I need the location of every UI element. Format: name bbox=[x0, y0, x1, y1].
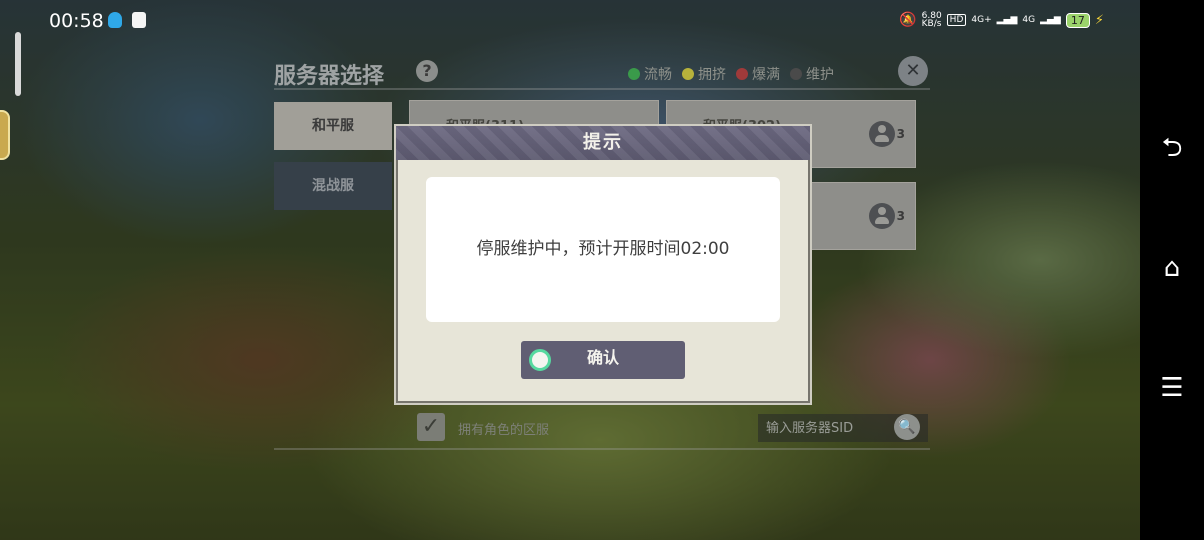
clock: 00:58 bbox=[49, 10, 104, 32]
tab-battle-server[interactable]: 混战服 bbox=[274, 162, 392, 210]
legend-smooth: 流畅 bbox=[628, 64, 672, 84]
status-dot-icon bbox=[682, 68, 694, 80]
close-button[interactable]: ✕ bbox=[898, 56, 928, 86]
dialog-title: 提示 bbox=[396, 126, 810, 160]
own-roles-label: 拥有角色的区服 bbox=[458, 423, 550, 438]
legend-maintenance: 维护 bbox=[790, 64, 834, 84]
legend-crowded: 拥挤 bbox=[682, 64, 726, 84]
status-dot-icon bbox=[736, 68, 748, 80]
panel-title: 服务器选择 bbox=[274, 64, 385, 89]
status-icons: 🔕 6.80 KB/s HD 4G+ ▂▄▆ 4G ▂▄▆ 17 ⚡ bbox=[899, 11, 1104, 29]
legend-full: 爆满 bbox=[736, 64, 780, 84]
back-button[interactable]: ⮌ bbox=[1140, 128, 1204, 168]
confirm-button[interactable]: 确认 bbox=[521, 341, 685, 379]
back-icon: ⮌ bbox=[1161, 133, 1183, 163]
battery-icon: 17 bbox=[1065, 12, 1090, 28]
qq-icon bbox=[108, 12, 122, 28]
net-speed: 6.80 KB/s bbox=[921, 11, 942, 29]
player-count: 3 bbox=[868, 203, 905, 229]
tab-peace-server[interactable]: 和平服 bbox=[274, 102, 392, 150]
status-bar: 00:58 🔕 6.80 KB/s HD 4G+ ▂▄▆ 4G ▂▄▆ 17 ⚡ bbox=[0, 0, 1140, 42]
divider bbox=[274, 448, 930, 450]
menu-icon: ☰ bbox=[1160, 373, 1184, 403]
side-badge-icon[interactable] bbox=[0, 110, 10, 160]
signal-icon-1: 4G+ bbox=[971, 15, 992, 25]
message-box: 停服维护中，预计开服时间02:00 bbox=[426, 177, 780, 322]
circle-icon bbox=[529, 349, 551, 371]
user-icon bbox=[868, 121, 895, 147]
search-icon: 🔍 bbox=[898, 419, 916, 435]
home-icon: ⌂ bbox=[1163, 253, 1181, 283]
own-roles-checkbox[interactable]: ✓ bbox=[417, 413, 445, 441]
status-legend: 流畅 拥挤 爆满 维护 bbox=[628, 64, 834, 84]
divider bbox=[274, 88, 930, 90]
help-icon[interactable]: ? bbox=[416, 60, 438, 82]
status-dot-icon bbox=[790, 68, 802, 80]
signal-bars-icon: ▂▄▆ bbox=[996, 15, 1018, 25]
app-notification-icon bbox=[132, 12, 146, 28]
home-button[interactable]: ⌂ bbox=[1140, 248, 1204, 288]
close-icon: ✕ bbox=[905, 60, 921, 81]
signal-bars-icon-2: ▂▄▆ bbox=[1040, 15, 1061, 25]
signal-icon-2: 4G bbox=[1022, 15, 1036, 25]
status-dot-icon bbox=[628, 68, 640, 80]
hd-icon: HD bbox=[946, 14, 967, 26]
side-handle[interactable] bbox=[15, 32, 21, 96]
menu-button[interactable]: ☰ bbox=[1140, 368, 1204, 408]
mute-icon: 🔕 bbox=[899, 12, 917, 28]
charging-icon: ⚡ bbox=[1094, 12, 1104, 28]
system-nav-bar: ⮌ ⌂ ☰ bbox=[1140, 0, 1204, 540]
dialog-message: 停服维护中，预计开服时间02:00 bbox=[476, 239, 730, 259]
user-icon bbox=[868, 203, 895, 229]
player-count: 3 bbox=[868, 121, 905, 147]
notice-dialog: 提示 停服维护中，预计开服时间02:00 确认 bbox=[394, 124, 812, 405]
search-button[interactable]: 🔍 bbox=[894, 414, 920, 440]
confirm-label: 确认 bbox=[586, 348, 619, 367]
